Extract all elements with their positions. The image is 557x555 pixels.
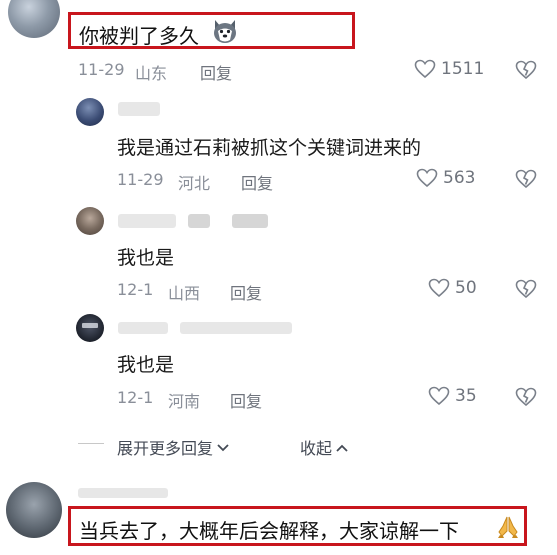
broken-heart-icon <box>515 60 537 84</box>
bottom-comment-username-blurred <box>78 488 168 498</box>
reply-3-text: 我也是 <box>117 354 175 376</box>
reply-2-username-blurred <box>118 214 176 228</box>
top-comment-like-count: 1511 <box>441 59 485 79</box>
replies-divider <box>78 443 104 444</box>
reply-3-location: 河南 <box>168 392 201 411</box>
reply-1-username-blurred <box>118 102 160 116</box>
reply-1-text: 我是通过石莉被抓这个关键词进来的 <box>117 137 422 159</box>
reply-3-username-blurred <box>118 322 168 334</box>
expand-more-label: 展开更多回复 <box>117 439 214 458</box>
reply-3-like-count: 35 <box>455 386 477 406</box>
broken-heart-icon <box>515 387 537 411</box>
reply-2-badge-blurred <box>232 214 268 228</box>
reply-3-avatar[interactable] <box>76 314 104 342</box>
reply-2-text: 我也是 <box>117 247 175 269</box>
dog-face-icon <box>211 18 239 44</box>
reply-2-like-count: 50 <box>455 278 477 298</box>
reply-2-avatar[interactable] <box>76 207 104 235</box>
chevron-down-icon <box>216 438 230 457</box>
reply-1-location: 河北 <box>178 174 211 193</box>
heart-outline-icon <box>414 59 436 79</box>
reply-1-avatar[interactable] <box>76 98 104 126</box>
reply-1-like-count: 563 <box>443 168 476 188</box>
top-comment-location: 山东 <box>135 64 168 83</box>
top-comment-like-button[interactable]: 1511 <box>414 59 484 79</box>
broken-heart-icon <box>515 169 537 193</box>
reply-2-reply-button[interactable]: 回复 <box>230 280 262 304</box>
bottom-comment-text: 当兵去了，大概年后会解释，大家谅解一下 <box>79 519 459 543</box>
top-comment-text: 你被判了多久 <box>79 24 199 48</box>
reply-1-dislike-button[interactable] <box>515 169 537 193</box>
reply-2-like-button[interactable]: 50 <box>428 278 477 298</box>
reply-3-reply-button[interactable]: 回复 <box>230 388 262 412</box>
heart-outline-icon <box>428 386 450 406</box>
reply-3-date: 12-1 <box>117 388 154 407</box>
reply-2-date: 12-1 <box>117 280 154 299</box>
top-comment-dislike-button[interactable] <box>515 60 537 84</box>
heart-outline-icon <box>428 278 450 298</box>
heart-outline-icon <box>416 168 438 188</box>
expand-more-replies-button[interactable]: 展开更多回复 <box>117 435 230 459</box>
reply-3-like-button[interactable]: 35 <box>428 386 477 406</box>
top-comment-highlight: 你被判了多久 <box>68 12 355 49</box>
top-comment-avatar[interactable] <box>8 0 60 38</box>
top-comment-date: 11-29 <box>78 60 125 79</box>
reply-2-dislike-button[interactable] <box>515 279 537 303</box>
chevron-up-icon <box>335 438 349 457</box>
reply-3-username-blurred-2 <box>180 322 292 334</box>
reply-1-reply-button[interactable]: 回复 <box>241 170 273 194</box>
bottom-comment-avatar[interactable] <box>6 482 62 538</box>
broken-heart-icon <box>515 279 537 303</box>
collapse-replies-button[interactable]: 收起 <box>300 435 349 459</box>
top-comment-reply-button[interactable]: 回复 <box>200 60 232 84</box>
reply-1-like-button[interactable]: 563 <box>416 168 475 188</box>
reply-2-location: 山西 <box>168 284 201 303</box>
collapse-label: 收起 <box>300 439 333 458</box>
bottom-comment-highlight: 当兵去了，大概年后会解释，大家谅解一下 <box>68 506 527 546</box>
folded-hands-icon <box>495 514 521 540</box>
reply-2-username-blurred-2 <box>188 214 210 228</box>
reply-3-dislike-button[interactable] <box>515 387 537 411</box>
reply-1-date: 11-29 <box>117 170 164 189</box>
